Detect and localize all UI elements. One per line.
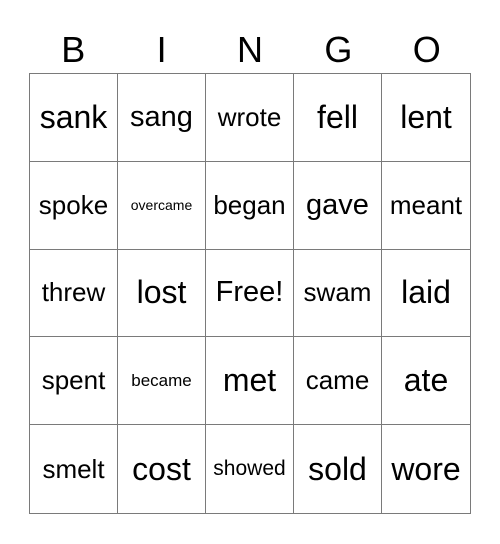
bingo-cell[interactable]: sold [294,425,382,513]
bingo-cell[interactable]: spent [30,337,118,426]
header-letter-o: O [412,29,441,70]
bingo-cell[interactable]: lent [382,74,470,162]
free-space[interactable]: Free! [206,249,294,338]
bingo-cell[interactable]: showed [206,425,294,513]
bingo-cell[interactable]: fell [294,74,382,162]
bingo-cell[interactable]: ate [382,337,470,426]
bingo-cell[interactable]: began [206,161,294,250]
bingo-header: B I N G O [29,28,471,72]
bingo-cell[interactable]: cost [118,425,206,513]
bingo-cell[interactable]: met [206,337,294,426]
bingo-cell[interactable]: overcame [118,161,206,250]
header-letter-b: B [61,29,86,70]
header-letter-i: I [156,29,167,70]
bingo-cell[interactable]: came [294,337,382,426]
bingo-cell[interactable]: meant [382,162,470,250]
header-letter-g: G [324,29,353,70]
bingo-cell[interactable]: sang [118,74,206,162]
bingo-cell[interactable]: smelt [30,425,118,513]
bingo-cell[interactable]: laid [382,250,470,338]
bingo-cell[interactable]: threw [30,249,118,338]
bingo-cell[interactable]: wrote [206,74,294,162]
bingo-cell[interactable]: lost [118,249,206,338]
bingo-cell[interactable]: swam [294,249,382,338]
bingo-board: sank sang wrote fell lent spoke overcame… [29,73,471,514]
bingo-cell[interactable]: became [118,337,206,426]
header-letter-n: N [236,29,263,70]
bingo-cell[interactable]: spoke [30,161,118,250]
bingo-cell[interactable]: gave [294,161,382,250]
bingo-cell[interactable]: wore [382,425,470,513]
bingo-cell[interactable]: sank [30,74,118,162]
